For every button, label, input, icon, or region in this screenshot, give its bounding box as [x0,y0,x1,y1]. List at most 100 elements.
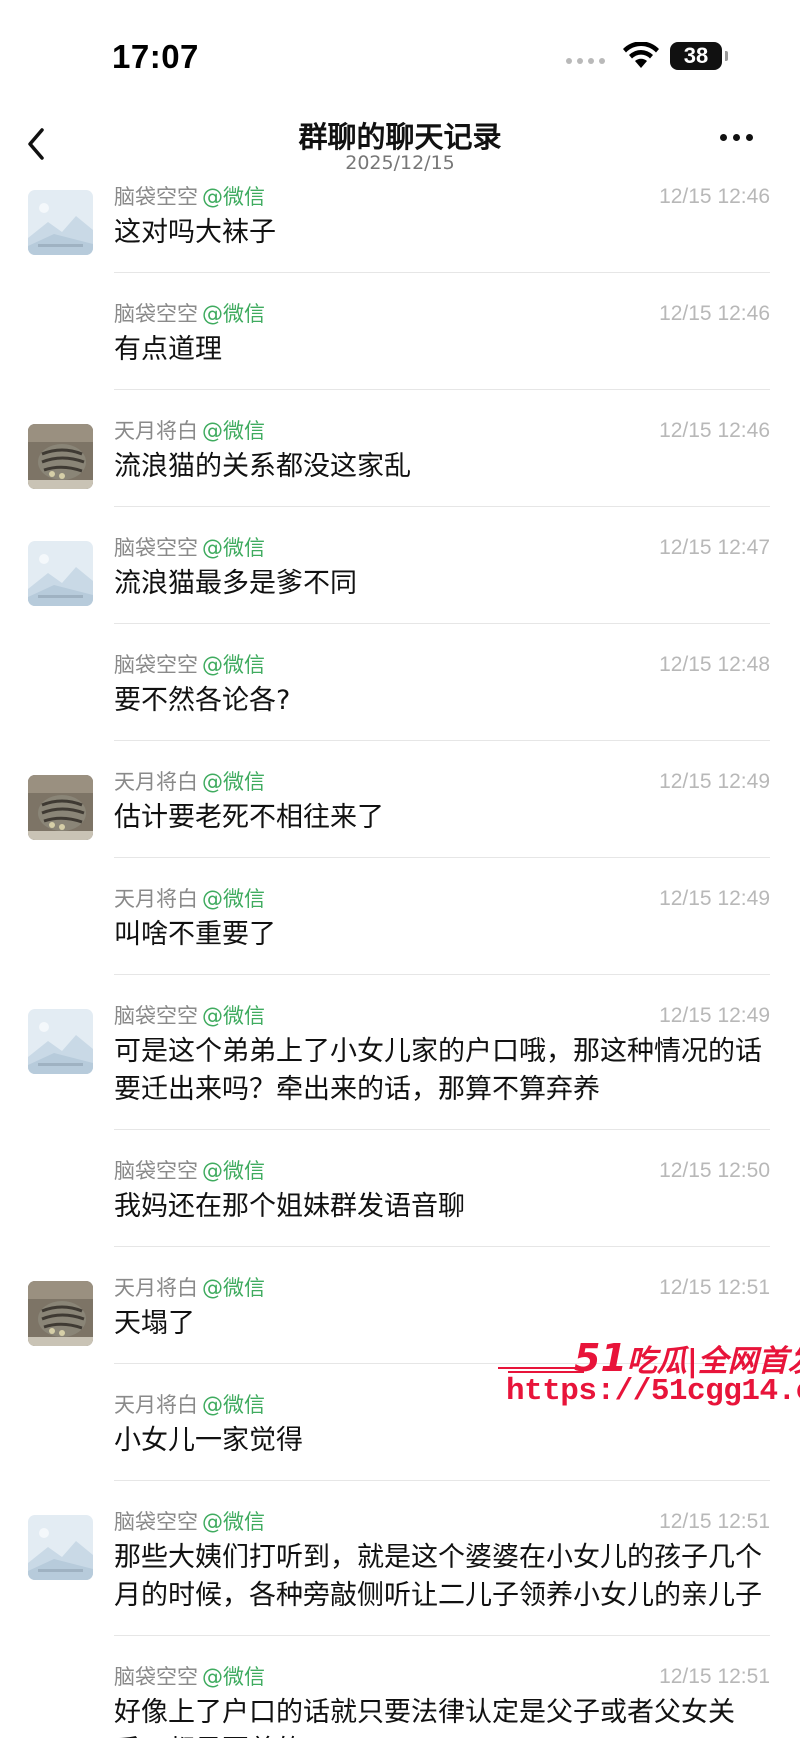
message-time: 12/15 12:50 [659,1159,770,1182]
message-item[interactable]: 脑袋空空 @微信 12/15 12:51 那些大姨们打听到，就是这个婆婆在小女儿的孩子… [0,1507,800,1636]
message-time: 12/15 12:46 [659,185,770,208]
sender-source: @微信 [202,887,265,911]
status-bar: 17:07 38 [0,0,800,110]
message-text: 流浪猫的关系都没这家乱 [114,451,411,482]
sender-source: @微信 [202,1159,265,1183]
battery-level: 38 [683,43,709,68]
message-gap [0,624,800,650]
message-gap [0,507,800,533]
sender-name: 脑袋空空 [114,302,198,326]
sender-source: @微信 [202,419,265,443]
message-item[interactable]: 天月将白 @微信 12/15 12:49 叫啥不重要了 [0,884,800,975]
nav-bar: 群聊的聊天记录 2025/12/15 [0,110,800,182]
placeholder-image-icon [28,1009,93,1074]
message-content: 脑袋空空 @微信 12/15 12:51 好像上了户口的话就只要法律认定是父子或者父女… [114,1662,770,1738]
message-text: 小女儿一家觉得 [114,1425,303,1456]
sender-source: @微信 [202,770,265,794]
sender-name: 脑袋空空 [114,1004,198,1028]
sender-name: 天月将白 [114,770,198,794]
sender-name: 天月将白 [114,1393,198,1417]
sender-source: @微信 [202,653,265,677]
cat-avatar-icon [28,424,93,489]
sender-source: @微信 [202,185,265,209]
message-gap [0,390,800,416]
sender-name: 脑袋空空 [114,1665,198,1689]
sender-name: 脑袋空空 [114,536,198,560]
message-meta: 天月将白 @微信 12/15 12:46 [114,416,770,446]
cat-avatar-icon [28,1281,93,1346]
sender-name: 天月将白 [114,419,198,443]
chat-history-page: 17:07 38 群聊的聊天记录 2025/12/15 脑袋空空 @微信 12/15… [0,0,800,1738]
sender-source: @微信 [202,1510,265,1534]
message-content: 脑袋空空 @微信 12/15 12:50 我妈还在那个姐妹群发语音聊 [114,1156,770,1247]
message-text: 这对吗大袜子 [114,217,276,248]
message-content: 天月将白 @微信 12/15 12:49 估计要老死不相往来了 [114,767,770,858]
sender-source: @微信 [202,1004,265,1028]
message-meta: 天月将白 @微信 12/15 12:51 [114,1273,770,1303]
watermark-url: https://51cgg14.com [506,1374,800,1409]
message-list[interactable]: 脑袋空空 @微信 12/15 12:46 这对吗大袜子 脑袋空空 @微信 12/15 12:… [0,182,800,1738]
page-title: 群聊的聊天记录 [298,120,502,154]
message-text: 叫啥不重要了 [114,919,276,950]
avatar[interactable] [28,190,93,255]
message-content: 脑袋空空 @微信 12/15 12:49 可是这个弟弟上了小女儿家的户口哦，那这种情况… [114,1001,770,1130]
message-time: 12/15 12:51 [659,1276,770,1299]
message-gap [0,1130,800,1156]
message-time: 12/15 12:46 [659,302,770,325]
message-text: 我妈还在那个姐妹群发语音聊 [114,1191,465,1222]
message-meta: 脑袋空空 @微信 12/15 12:46 [114,182,770,212]
message-time: 12/15 12:49 [659,887,770,910]
message-content: 脑袋空空 @微信 12/15 12:46 有点道理 [114,299,770,390]
message-item[interactable]: 脑袋空空 @微信 12/15 12:48 要不然各论各? [0,650,800,741]
message-item[interactable]: 脑袋空空 @微信 12/15 12:47 流浪猫最多是爹不同 [0,533,800,624]
avatar[interactable] [28,424,93,489]
battery-icon: 38 [670,42,728,70]
message-meta: 脑袋空空 @微信 12/15 12:50 [114,1156,770,1186]
message-gap [0,741,800,767]
message-item[interactable]: 脑袋空空 @微信 12/15 12:49 可是这个弟弟上了小女儿家的户口哦，那这种情况… [0,1001,800,1130]
message-text: 有点道理 [114,334,222,365]
sender-source: @微信 [202,536,265,560]
sender-name: 天月将白 [114,887,198,911]
message-item[interactable]: 脑袋空空 @微信 12/15 12:51 好像上了户口的话就只要法律认定是父子或者父女… [0,1662,800,1738]
message-text: 流浪猫最多是爹不同 [114,568,357,599]
message-content: 脑袋空空 @微信 12/15 12:51 那些大姨们打听到，就是这个婆婆在小女儿的孩子… [114,1507,770,1636]
avatar[interactable] [28,1281,93,1346]
placeholder-image-icon [28,190,93,255]
message-time: 12/15 12:51 [659,1665,770,1688]
message-meta: 脑袋空空 @微信 12/15 12:46 [114,299,770,329]
sender-name: 天月将白 [114,1276,198,1300]
message-time: 12/15 12:49 [659,1004,770,1027]
message-item[interactable]: 脑袋空空 @微信 12/15 12:50 我妈还在那个姐妹群发语音聊 [0,1156,800,1247]
cat-avatar-icon [28,775,93,840]
message-gap [0,1636,800,1662]
placeholder-image-icon [28,1515,93,1580]
message-content: 天月将白 @微信 12/15 12:46 流浪猫的关系都没这家乱 [114,416,770,507]
placeholder-image-icon [28,541,93,606]
avatar[interactable] [28,541,93,606]
message-time: 12/15 12:46 [659,419,770,442]
message-item[interactable]: 脑袋空空 @微信 12/15 12:46 这对吗大袜子 [0,182,800,273]
sender-name: 脑袋空空 [114,1159,198,1183]
message-item[interactable]: 天月将白 @微信 12/15 12:49 估计要老死不相往来了 [0,767,800,858]
message-gap [0,273,800,299]
message-meta: 脑袋空空 @微信 12/15 12:51 [114,1507,770,1537]
message-meta: 脑袋空空 @微信 12/15 12:49 [114,1001,770,1031]
message-item[interactable]: 脑袋空空 @微信 12/15 12:46 有点道理 [0,299,800,390]
message-item[interactable]: 天月将白 @微信 12/15 12:46 流浪猫的关系都没这家乱 [0,416,800,507]
sender-source: @微信 [202,1276,265,1300]
message-time: 12/15 12:47 [659,536,770,559]
message-content: 脑袋空空 @微信 12/15 12:48 要不然各论各? [114,650,770,741]
sender-name: 脑袋空空 [114,185,198,209]
page-subtitle-date: 2025/12/15 [345,152,455,174]
avatar[interactable] [28,775,93,840]
message-content: 脑袋空空 @微信 12/15 12:47 流浪猫最多是爹不同 [114,533,770,624]
sender-source: @微信 [202,302,265,326]
more-options-icon[interactable] [720,134,753,141]
avatar[interactable] [28,1009,93,1074]
message-text: 好像上了户口的话就只要法律认定是父子或者父女关系，都是要养的 [114,1697,735,1738]
avatar[interactable] [28,1515,93,1580]
message-text: 可是这个弟弟上了小女儿家的户口哦，那这种情况的话要迁出来吗？牵出来的话，那算不算… [114,1036,762,1105]
watermark: 51吃瓜|全网首发 https://51cgg14.com [498,1336,800,1416]
message-gap [0,1247,800,1273]
